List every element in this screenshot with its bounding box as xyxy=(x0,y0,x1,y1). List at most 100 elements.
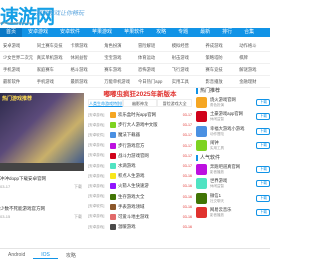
nav-item[interactable]: 攻略 xyxy=(150,28,172,37)
list-item[interactable]: [安卓游戏] 温暖游戏 03-16 xyxy=(88,222,192,232)
list-item[interactable]: [安卓游戏] 战斗力游戏官网 03-17 xyxy=(88,151,192,161)
app-item[interactable]: 幸福大游戏小游戏 动作冒险 下载 xyxy=(196,124,270,139)
app-icon xyxy=(110,213,116,220)
subnav-link[interactable]: 最新软件 xyxy=(0,76,34,87)
subnav-link[interactable]: 赛车游戏 xyxy=(101,64,135,75)
nav-item[interactable]: 最新 xyxy=(194,28,216,37)
download-link[interactable]: 下载 xyxy=(74,214,82,220)
subnav-link[interactable]: 格斗游戏 xyxy=(68,64,102,75)
subnav-link[interactable]: 休闲益智 xyxy=(68,52,102,63)
list-item[interactable]: [安卓游戏] 火箭人生快速游 03-16 xyxy=(88,181,192,191)
list-item[interactable]: [安卓游戏] 积点人生游戏 03-16 xyxy=(88,171,192,181)
list-item[interactable]: [安卓游戏] 水滴游戏 03-17 xyxy=(88,161,192,171)
center-tab[interactable]: 冒险游戏大全 xyxy=(157,99,193,107)
app-item[interactable]: 闹钟 实用工具 下载 xyxy=(196,139,270,154)
subnav-link[interactable]: 解谜游戏 xyxy=(236,64,270,75)
bottom-tab[interactable]: Android xyxy=(0,252,33,258)
subnav-link[interactable]: 卡牌游戏 xyxy=(68,40,102,51)
nav-item[interactable]: 苹果软件 xyxy=(118,28,150,37)
app-item[interactable]: 烧火游戏官网 角色扮演 下载 xyxy=(196,95,270,110)
subnav-link[interactable]: 体育运动 xyxy=(135,52,169,63)
list-item[interactable]: [安卓游戏] 欢乐盒时光app官网 03-17 xyxy=(88,110,192,120)
nav-item[interactable]: 安卓软件 xyxy=(54,28,86,37)
list-item[interactable]: [安卓游戏] 生存游戏大全 03-16 xyxy=(88,192,192,202)
subnav-row: 手机游戏 家庭赛车 格斗游戏 赛车游戏 恐怖游戏 飞行游戏 赛车竞技 解谜游戏 xyxy=(0,64,270,76)
item-name[interactable]: 手表游戏领域 xyxy=(118,204,182,210)
app-item[interactable]: 世界游戏 休闲益智 下载 xyxy=(196,177,270,192)
bottom-tab[interactable]: IOS xyxy=(33,252,58,259)
item-name[interactable]: 欢乐盒时光app官网 xyxy=(118,112,182,118)
category-tag: [安卓游戏] xyxy=(88,122,105,127)
download-link[interactable]: 下载 xyxy=(74,184,82,190)
item-name[interactable]: 温暖游戏 xyxy=(118,224,182,230)
subnav-link[interactable]: 射击游戏 xyxy=(169,52,203,63)
app-item[interactable]: 微信1 社交聊天 下载 xyxy=(196,191,270,206)
item-name[interactable]: 战斗力游戏官网 xyxy=(118,153,182,159)
subnav-link[interactable]: 飞行游戏 xyxy=(169,64,203,75)
download-button[interactable]: 下载 xyxy=(256,127,270,135)
list-item[interactable]: [安卓软件] 魔法下载器 03-17 xyxy=(88,130,192,140)
item-name[interactable]: 火箭人生快速游 xyxy=(118,183,182,189)
list-item[interactable]: [安卓游戏] 步行游戏官方 03-17 xyxy=(88,141,192,151)
list-item[interactable]: [安卓游戏] 可爱斗地主游戏 03-16 xyxy=(88,212,192,222)
subnav-link[interactable]: 家庭赛车 xyxy=(34,64,68,75)
list-item[interactable]: [安卓游戏] 步行大人游戏中文版 03-17 xyxy=(88,120,192,130)
subnav-link[interactable]: 手机游戏 xyxy=(0,64,34,75)
app-item[interactable]: 奔跑吧道真官网 影音播放 下载 xyxy=(196,162,270,177)
nav-item[interactable]: 专题 xyxy=(172,28,194,37)
app-icon xyxy=(110,193,116,200)
subnav-link[interactable]: 动作格斗 xyxy=(236,40,270,51)
item-name[interactable]: 积点人生游戏 xyxy=(118,173,182,179)
subnav-link[interactable]: 安卓游戏 xyxy=(0,40,34,51)
subnav-link[interactable]: 最新游戏 xyxy=(68,76,102,87)
download-button[interactable]: 下载 xyxy=(256,165,270,173)
subnav-link[interactable]: 少女世界二次元 xyxy=(0,52,34,63)
center-tab[interactable]: 幽影神龙 xyxy=(122,99,158,107)
item-name[interactable]: 魔法下载器 xyxy=(118,132,182,138)
nav-item[interactable]: 排行 xyxy=(216,28,238,37)
headline[interactable]: 嘟嘟虫疯狂2025年新版本 xyxy=(88,88,192,98)
item-name[interactable]: 步行游戏官方 xyxy=(118,143,182,149)
left-list-item[interactable]: 冲冲dopp下载安卓官网 03-17 下载 xyxy=(0,174,84,204)
nav-item[interactable]: 苹果游戏 xyxy=(86,28,118,37)
subnav-link[interactable]: 手机游戏 xyxy=(34,76,68,87)
subnav-link[interactable]: 角色扮演 xyxy=(101,40,135,51)
item-date: 03-16 xyxy=(182,184,192,189)
subnav-link[interactable]: 冒险解谜 xyxy=(135,40,169,51)
app-item[interactable]: 土豪游戏app官网 休闲益智 下载 xyxy=(196,110,270,125)
center-tab[interactable]: 人类生命游戏特别版 xyxy=(88,99,123,107)
bottom-tab[interactable]: 攻略 xyxy=(58,252,84,259)
item-name[interactable]: 可爱斗地主游戏 xyxy=(118,214,182,220)
download-button[interactable]: 下载 xyxy=(256,209,270,217)
category-tag: [安卓游戏] xyxy=(88,143,105,148)
item-name[interactable]: 生存游戏大全 xyxy=(118,194,182,200)
subnav-link[interactable]: 赛车竞技 xyxy=(203,64,237,75)
download-button[interactable]: 下载 xyxy=(256,113,270,121)
site-slogan: 提供游戏让你畅玩 xyxy=(36,11,85,17)
subnav-link[interactable]: 棋牌 xyxy=(236,52,270,63)
subnav-link[interactable]: 同土赛车竞技 xyxy=(34,40,68,51)
subnav-link[interactable]: 宝宝游戏 xyxy=(101,52,135,63)
download-button[interactable]: 下载 xyxy=(256,194,270,202)
item-name[interactable]: 水滴游戏 xyxy=(118,163,182,169)
download-button[interactable]: 下载 xyxy=(256,142,270,150)
download-button[interactable]: 下载 xyxy=(256,180,270,188)
nav-item[interactable]: 合集 xyxy=(238,28,260,37)
list-item[interactable]: [安卓软件] 手表游戏领域 03-16 xyxy=(88,202,192,212)
subnav-link[interactable]: 恐怖游戏 xyxy=(135,64,169,75)
subnav-link[interactable]: 今日热门app xyxy=(135,76,169,87)
app-text: 幸福大游戏小游戏 动作冒险 xyxy=(210,126,256,137)
subnav-link[interactable]: 万能单机游戏 xyxy=(101,76,135,87)
subnav-link[interactable]: 真实单机游戏 xyxy=(34,52,68,63)
app-item[interactable]: 网易云音乐 影音播放 下载 xyxy=(196,206,270,221)
item-name[interactable]: 步行大人游戏中文版 xyxy=(118,122,182,128)
hero-banner[interactable]: 热门游戏推荐 xyxy=(0,93,84,163)
subnav-link[interactable]: 养成游戏 xyxy=(203,40,237,51)
item-date: 03-17 xyxy=(182,143,192,148)
nav-item[interactable]: 安卓游戏 xyxy=(22,28,54,37)
nav-item[interactable]: 首页 xyxy=(0,28,23,37)
download-button[interactable]: 下载 xyxy=(256,98,270,106)
subnav-link[interactable]: 模拟经营 xyxy=(169,40,203,51)
left-list-item[interactable]: 少数不死能游戏官方网 03-15 下载 xyxy=(0,204,84,234)
subnav-link[interactable]: 策略塔防 xyxy=(203,52,237,63)
